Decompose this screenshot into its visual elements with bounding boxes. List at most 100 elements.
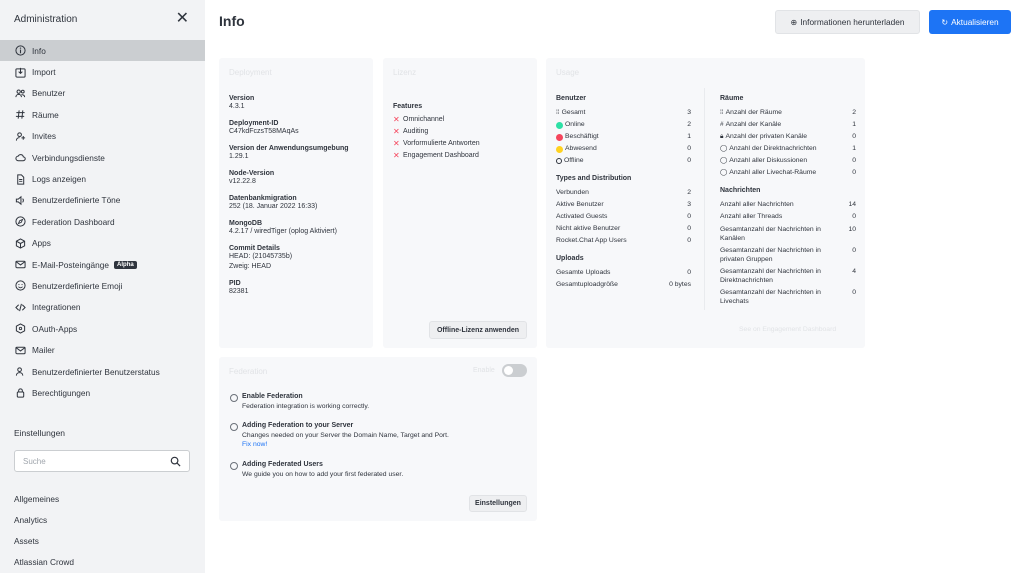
sidebar-item-berechtigungen[interactable]: Berechtigungen [0,382,205,403]
license-card: Lizenz Features ✕ Omnichannel ✕ Auditing ✕ Vo… [383,58,537,348]
federation-enable-toggle[interactable] [502,364,527,377]
stat-label: Aktive Benutzer [556,201,604,208]
mongodb-label: MongoDB [229,220,263,227]
step-title: Adding Federated Users [242,461,323,468]
engagement-dashboard-link[interactable]: See on Engagement Dashboard [739,326,836,333]
users-stat-row: Beschäftigt 1 [556,131,691,143]
stat-value: 2 [852,109,856,116]
federation-enable-label: Enable [473,367,495,374]
fix-now-link[interactable]: Fix now! [242,441,449,448]
user-plus-icon [14,130,26,142]
sidebar-item-verbindungsdienste[interactable]: Verbindungsdienste [0,147,205,168]
settings-item[interactable]: Allgemeines [0,488,205,509]
sidebar-item-label: OAuth-Apps [32,323,78,334]
stat-value: 4 [852,267,856,275]
download-info-button[interactable]: ⊕ Informationen herunterladen [775,10,920,34]
sidebar-item-label: E-Mail-Posteingänge [32,259,110,270]
stat-label-wrap: ⁞⁞ Anzahl der Räume [720,107,782,119]
sidebar-item-mailer[interactable]: Mailer [0,339,205,360]
stat-label-wrap: ◯ Anzahl der Direktnachrichten [720,143,817,155]
stat-label: Gesamtanzahl der Nachrichten in Kanälen [720,225,821,242]
feature-item: ✕ Auditing [393,125,533,137]
close-icon[interactable]: ✕ [176,11,189,27]
sidebar-item-oauth-apps[interactable]: OAuth-Apps [0,318,205,339]
feature-label: Auditing [403,127,429,135]
download-info-label: Informationen herunterladen [800,17,905,27]
federation-settings-button[interactable]: Einstellungen [469,495,527,512]
sidebar-item-integrationen[interactable]: Integrationen [0,297,205,318]
step-status-icon [230,394,238,402]
stat-label: Anzahl aller Livechat-Räume [729,169,817,176]
sidebar-item-label: Mailer [32,345,55,356]
step-status-icon [230,462,238,470]
messages-heading: Nachrichten [720,187,761,194]
step-description: Changes needed on your Server the Domain… [242,432,449,439]
user-status-icon [14,366,26,378]
commit-head: HEAD: (21045735b) [229,253,293,260]
feature-item: ✕ Vorformulierte Antworten [393,137,533,149]
stat-value: 0 [852,246,856,254]
usage-card: Usage Benutzer ⁞⁞ Gesamt 3 Online 2 Beschäfti… [546,58,865,348]
settings-item[interactable]: Assets [0,530,205,551]
sidebar-item-info[interactable]: Info [0,40,205,62]
cross-icon: ✕ [393,114,400,124]
discussion-icon: ◯ [720,157,728,164]
sidebar-item-apps[interactable]: Apps [0,233,205,254]
app-version-label: Version der Anwendungsumgebung [229,145,349,152]
federation-card: Federation Enable Enable Federation Feder… [219,357,537,521]
stat-label-wrap: Gesamtuploadgröße [556,279,618,291]
offline-license-button[interactable]: Offline-Lizenz anwenden [429,321,527,339]
step-description: Federation integration is working correc… [242,403,370,410]
cross-icon: ✕ [393,151,400,161]
rooms-icon: ⁞⁞ [720,109,724,116]
rooms-heading: Räume [720,95,744,102]
deployment-card-title: Deployment [229,68,272,77]
settings-item[interactable]: Atlassian Crowd [0,551,205,572]
sidebar-item-federation-dashboard[interactable]: Federation Dashboard [0,211,205,232]
sidebar-item-räume[interactable]: Räume [0,104,205,125]
commit-branch: Zweig: HEAD [229,263,272,270]
sidebar-item-benutzerdefinierte-töne[interactable]: Benutzerdefinierte Töne [0,190,205,211]
sidebar-item-label: Benutzerdefinierte Töne [32,195,121,206]
rooms-stat-row: ◯ Anzahl der Direktnachrichten 1 [720,143,856,155]
refresh-label: Aktualisieren [951,17,999,27]
stat-label: Nicht aktive Benutzer [556,225,621,232]
messages-stat-row: Gesamtanzahl der Nachrichten in Direktna… [720,265,856,286]
stat-label-wrap: Anzahl aller Nachrichten [720,199,794,211]
download-icon: ⊕ [790,17,798,27]
stat-value: 0 [852,133,856,140]
features-heading: Features [393,103,423,110]
sidebar-item-label: Invites [32,131,56,142]
license-card-title: Lizenz [393,68,417,77]
stat-label-wrap: Beschäftigt [556,131,599,143]
sidebar-item-benutzerdefinierte-emoji[interactable]: Benutzerdefinierte Emoji [0,275,205,296]
deployment-id-value: C47kdFczsT58MAqAs [229,128,299,135]
sidebar-item-import[interactable]: Import [0,61,205,82]
sidebar-item-invites[interactable]: Invites [0,126,205,147]
sidebar-item-label: Verbindungsdienste [32,152,105,163]
sidebar-item-e-mail-posteingänge[interactable]: E-Mail-Posteingänge Alpha [0,254,205,275]
messages-stat-row: Anzahl aller Threads 0 [720,211,856,223]
settings-search-input[interactable] [23,456,170,466]
stat-value: 2 [687,189,691,196]
types-heading: Types and Distribution [556,175,632,182]
users-stat-row: ⁞⁞ Gesamt 3 [556,107,691,119]
stat-label-wrap: Gesamte Uploads [556,267,610,279]
stat-label: Gesamtanzahl der Nachrichten in privaten… [720,246,821,263]
search-icon[interactable] [170,456,181,467]
feature-item: ✕ Omnichannel [393,113,533,125]
stat-label-wrap: Gesamtanzahl der Nachrichten in Livechat… [720,288,832,306]
sidebar-item-benutzerdefinierter-benutzerstatus[interactable]: Benutzerdefinierter Benutzerstatus [0,361,205,382]
stat-label-wrap: ◯ Anzahl aller Diskussionen [720,155,807,167]
sidebar-item-logs-anzeigen[interactable]: Logs anzeigen [0,168,205,189]
sidebar-item-benutzer[interactable]: Benutzer [0,83,205,104]
deployment-card: Deployment Version 4.3.1 Deployment-ID C47… [219,58,373,348]
settings-section-label: Einstellungen [14,428,66,438]
refresh-button[interactable]: ↻ Aktualisieren [929,10,1011,34]
stat-label-wrap: ◯ Anzahl aller Livechat-Räume [720,167,816,179]
stat-value: 1 [687,133,691,140]
page-title: Info [219,13,245,29]
settings-item[interactable]: Analytics [0,509,205,530]
sidebar-item-label: Benutzerdefinierter Benutzerstatus [32,366,160,377]
stat-label: Anzahl aller Nachrichten [720,201,794,208]
